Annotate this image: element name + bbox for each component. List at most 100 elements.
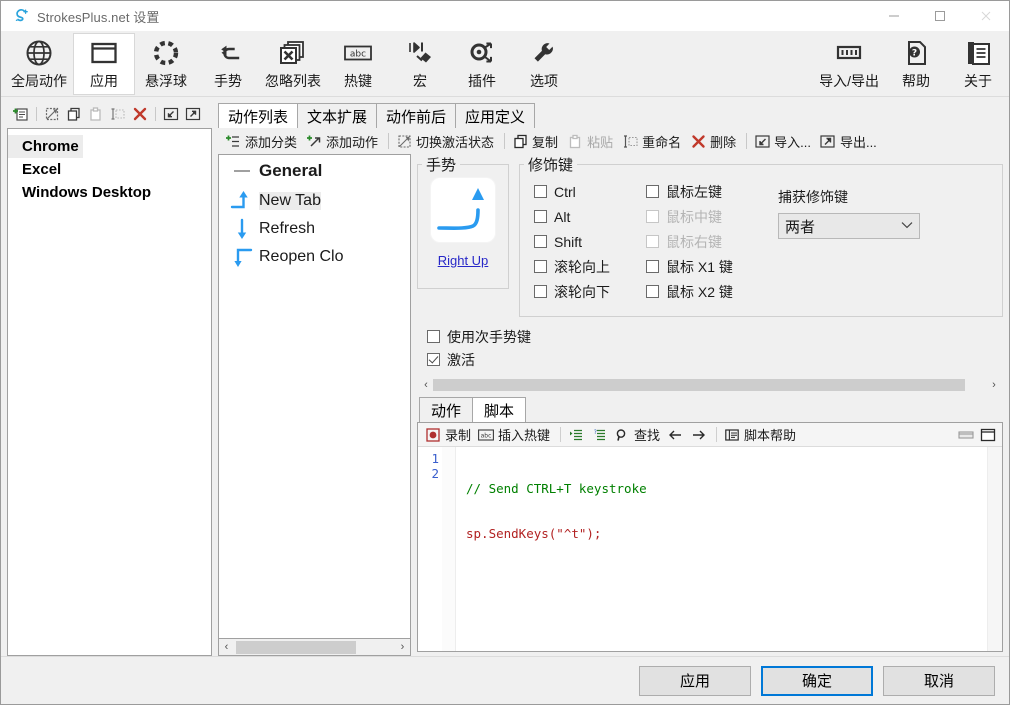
tree-row[interactable]: Reopen Clo [219,243,410,271]
scroll-left-arrow[interactable]: ‹ [219,640,234,655]
tab-action[interactable]: 动作 [419,397,474,422]
checkbox-box[interactable] [534,210,547,223]
import-button[interactable]: 导入... [751,131,817,152]
tab-action-list[interactable]: 动作列表 [218,103,299,128]
ribbon-item-ignore-list[interactable]: 忽略列表 [259,33,327,95]
delete-icon[interactable] [130,104,150,124]
gesture-name-link[interactable]: Right Up [438,253,489,268]
checkbox-wheel-up[interactable]: 滚轮向上 [534,254,646,279]
ribbon-item-apps[interactable]: 应用 [73,33,135,95]
checkbox-box[interactable] [646,210,659,223]
nav-forward-button[interactable] [688,427,711,443]
list-item[interactable]: Windows Desktop [8,181,211,204]
add-category-button[interactable]: 添加分类 [222,131,303,152]
nav-back-button[interactable] [665,427,688,443]
ribbon-item-about[interactable]: 关于 [947,33,1009,95]
checkbox-box[interactable] [534,260,547,273]
checkbox-alt[interactable]: Alt [534,204,646,229]
tree-category-row[interactable]: General [219,155,410,187]
checkbox-ctrl[interactable]: Ctrl [534,179,646,204]
ribbon-item-plugins[interactable]: 插件 [451,33,513,95]
checkbox-box[interactable] [427,353,440,366]
delete-button[interactable]: 删除 [687,131,742,152]
checkbox-box[interactable] [534,235,547,248]
copy-button[interactable]: 复制 [509,131,564,152]
find-button[interactable]: 查找 [612,425,665,444]
tab-app-definition[interactable]: 应用定义 [455,103,536,128]
ribbon-item-hotkeys[interactable]: abc 热键 [327,33,389,95]
tab-action-prepost[interactable]: 动作前后 [376,103,457,128]
checkbox-box[interactable] [534,185,547,198]
cancel-button[interactable]: 取消 [883,665,995,696]
restore-down-icon[interactable] [958,427,974,443]
export-button[interactable]: 导出... [817,131,883,152]
apply-button[interactable]: 应用 [639,665,751,696]
tree-row[interactable]: New Tab [219,187,410,215]
list-item[interactable]: Chrome [8,135,211,158]
export-icon[interactable] [183,104,203,124]
list-item[interactable]: Excel [8,158,211,181]
scroll-thumb[interactable] [433,379,965,391]
collapse-dash-icon[interactable] [225,165,259,177]
toggle-active-button[interactable]: 切换激活状态 [393,131,500,152]
rename-icon[interactable] [108,104,128,124]
checkbox-mouse-right[interactable]: 鼠标右键 [646,229,766,254]
insert-hotkey-button[interactable]: abc 插入热键 [476,425,555,444]
scroll-right-arrow[interactable]: › [987,379,1001,391]
indent-button[interactable] [566,427,589,443]
checkbox-shift[interactable]: Shift [534,229,646,254]
add-action-button[interactable]: 添加动作 [303,131,384,152]
paste-icon[interactable] [86,104,106,124]
scroll-track[interactable] [433,378,987,392]
checkbox-wheel-down[interactable]: 滚轮向下 [534,279,646,304]
checkbox-mouse-x1[interactable]: 鼠标 X1 键 [646,254,766,279]
action-tree[interactable]: General New Tab Refresh Reopen Clo [218,154,411,639]
scroll-right-arrow[interactable]: › [395,640,410,655]
ribbon-item-gestures[interactable]: 手势 [197,33,259,95]
right-up-stroke-icon[interactable] [431,178,495,242]
ok-button[interactable]: 确定 [761,665,873,696]
checkbox-box[interactable] [646,285,659,298]
tab-script[interactable]: 脚本 [472,397,527,422]
copy-icon[interactable] [64,104,84,124]
code-text[interactable]: // Send CTRL+T keystroke sp.SendKeys("^t… [456,447,987,651]
script-help-button[interactable]: 脚本帮助 [722,425,801,444]
intellisense-button[interactable]: ? [589,427,612,443]
maximize-button[interactable] [917,1,963,31]
record-button[interactable]: 录制 [423,425,476,444]
checkbox-box[interactable] [646,235,659,248]
minimize-button[interactable] [871,1,917,31]
checkbox-enabled[interactable]: 激活 [427,348,1003,371]
checkbox-mouse-left[interactable]: 鼠标左键 [646,179,766,204]
scroll-left-arrow[interactable]: ‹ [419,379,433,391]
capture-modifier-select[interactable]: 两者 [778,213,920,239]
editor-vertical-scrollbar[interactable] [987,447,1002,651]
ribbon-item-help[interactable]: ? 帮助 [885,33,947,95]
tab-text-expansion[interactable]: 文本扩展 [297,103,378,128]
add-app-icon[interactable] [11,104,31,124]
toggle-enabled-icon[interactable] [42,104,62,124]
checkbox-box[interactable] [646,260,659,273]
checkbox-mouse-x2[interactable]: 鼠标 X2 键 [646,279,766,304]
close-button[interactable] [963,1,1009,31]
config-horizontal-scrollbar[interactable]: ‹ › [419,377,1001,393]
checkbox-use-secondary-gesture-key[interactable]: 使用次手势键 [427,325,1003,348]
scroll-track[interactable] [234,640,395,655]
tree-horizontal-scrollbar[interactable]: ‹ › [218,639,411,656]
checkbox-box[interactable] [534,285,547,298]
checkbox-box[interactable] [646,185,659,198]
ribbon-item-floating-ball[interactable]: 悬浮球 [135,33,197,95]
scroll-thumb[interactable] [236,640,356,654]
import-icon[interactable] [161,104,181,124]
app-list[interactable]: Chrome Excel Windows Desktop [7,128,212,656]
tree-row[interactable]: Refresh [219,215,410,243]
maximize-editor-icon[interactable] [980,427,996,443]
paste-button[interactable]: 粘贴 [564,131,619,152]
ribbon-item-global-actions[interactable]: 全局动作 [5,33,73,95]
rename-button[interactable]: 重命名 [619,131,687,152]
checkbox-mouse-middle[interactable]: 鼠标中键 [646,204,766,229]
code-area[interactable]: 1 2 // Send CTRL+T keystroke sp.SendKeys… [418,447,1002,651]
ribbon-item-options[interactable]: 选项 [513,33,575,95]
ribbon-item-macros[interactable]: 宏 [389,33,451,95]
checkbox-box[interactable] [427,330,440,343]
